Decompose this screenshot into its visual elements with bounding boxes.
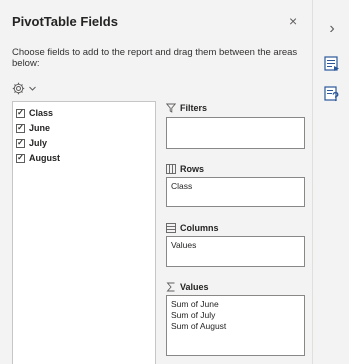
field-checkbox[interactable]: ✓ xyxy=(16,123,25,133)
field-label: July xyxy=(29,138,48,148)
help-button[interactable] xyxy=(323,85,341,103)
values-item-sum-june[interactable]: Sum of June xyxy=(171,299,300,310)
rows-item-class[interactable]: Class xyxy=(171,181,300,192)
field-june[interactable]: ✓ June xyxy=(13,122,155,134)
filters-drop-zone[interactable] xyxy=(166,117,305,149)
field-checkbox[interactable]: ✓ xyxy=(16,153,25,163)
columns-drop-zone[interactable]: Values xyxy=(166,236,305,267)
rows-icon xyxy=(166,164,176,174)
task-pane-rail: › xyxy=(312,0,349,364)
field-label: June xyxy=(29,123,51,133)
filters-area-label: Filters xyxy=(166,103,207,113)
chevron-down-icon xyxy=(29,86,36,91)
rows-area-label: Rows xyxy=(166,164,204,174)
sigma-icon xyxy=(166,282,175,292)
field-july[interactable]: ✓ July xyxy=(13,137,155,149)
field-label: Class xyxy=(29,108,54,118)
columns-item-values[interactable]: Values xyxy=(171,240,300,251)
pivot-fields-pane: PivotTable Fields × Choose fields to add… xyxy=(0,0,312,364)
field-list: ✓ Class ✓ June ✓ July ✓ August xyxy=(12,101,156,364)
field-list-button[interactable] xyxy=(323,55,341,73)
pane-description: Choose fields to add to the report and d… xyxy=(12,47,298,69)
field-list-icon xyxy=(324,56,339,71)
values-item-sum-august[interactable]: Sum of August xyxy=(171,321,300,332)
field-checkbox[interactable]: ✓ xyxy=(16,108,25,118)
close-button[interactable]: × xyxy=(289,13,297,29)
columns-area-label: Columns xyxy=(166,223,219,233)
field-label: August xyxy=(29,153,60,163)
filter-icon xyxy=(166,103,176,113)
tools-dropdown[interactable] xyxy=(12,81,46,95)
gear-icon xyxy=(12,82,25,94)
rows-drop-zone[interactable]: Class xyxy=(166,177,305,207)
help-icon xyxy=(324,86,339,102)
field-checkbox[interactable]: ✓ xyxy=(16,138,25,148)
field-august[interactable]: ✓ August xyxy=(13,152,155,164)
values-drop-zone[interactable]: Sum of June Sum of July Sum of August xyxy=(166,295,305,356)
collapse-button[interactable]: › xyxy=(323,20,341,38)
pane-title: PivotTable Fields xyxy=(12,14,118,29)
field-class[interactable]: ✓ Class xyxy=(13,107,155,119)
values-area-label: Values xyxy=(166,282,209,292)
values-item-sum-july[interactable]: Sum of July xyxy=(171,310,300,321)
columns-icon xyxy=(166,223,176,233)
